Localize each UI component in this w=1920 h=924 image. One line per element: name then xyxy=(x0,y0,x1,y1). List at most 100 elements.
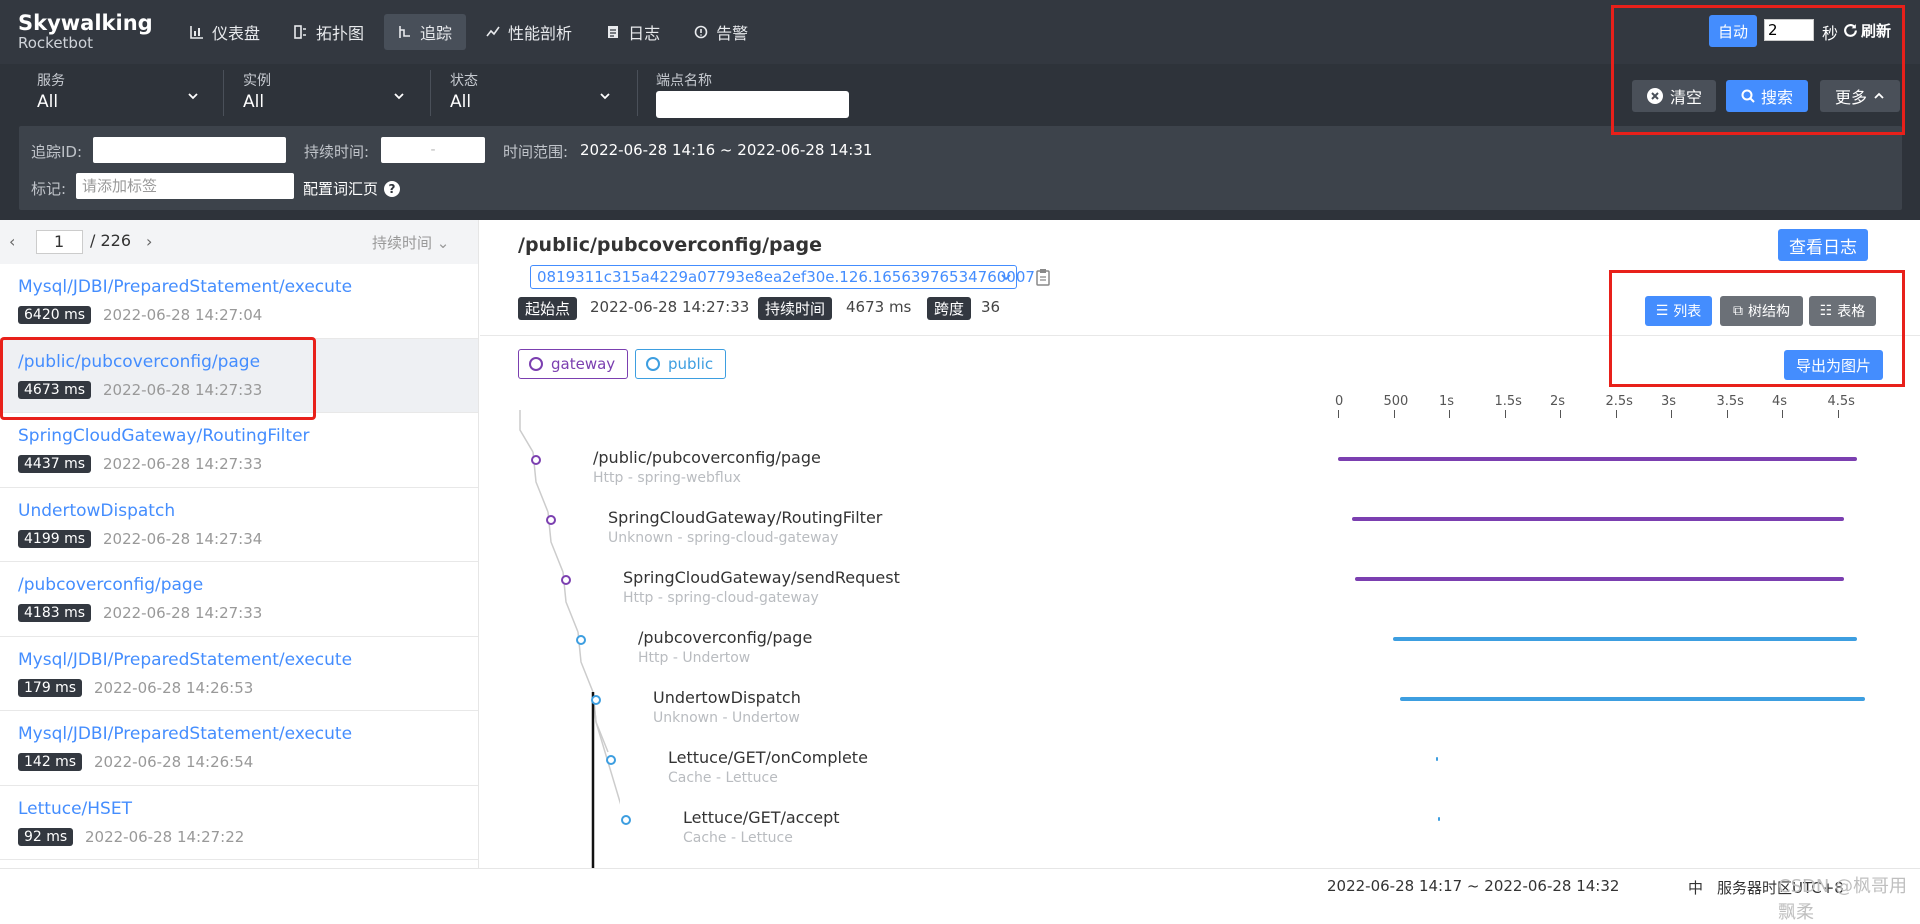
ring-icon xyxy=(646,357,660,371)
nav-alarm[interactable]: 告警 xyxy=(680,14,762,50)
chevron-left-icon[interactable]: ‹ xyxy=(9,232,15,251)
endpoint-label: 端点名称 xyxy=(656,73,712,89)
nav-label: 日志 xyxy=(628,24,661,43)
span-node-icon xyxy=(561,575,571,585)
axis-tick-label: 2s xyxy=(1550,394,1566,409)
filter-divider xyxy=(637,70,638,116)
service-value: All xyxy=(37,92,59,112)
trace-duration: 92 ms xyxy=(18,827,74,846)
tags-input[interactable]: 请添加标签 xyxy=(76,173,294,199)
span-duration-bar[interactable] xyxy=(1392,637,1857,641)
span-duration-bar[interactable] xyxy=(1400,697,1866,701)
legend-label: gateway xyxy=(551,355,616,373)
axis-tick-label: 4s xyxy=(1772,394,1788,409)
axis-tick xyxy=(1393,410,1395,418)
trace-endpoint: UndertowDispatch xyxy=(18,500,176,521)
span-component: Cache - Lettuce xyxy=(668,770,778,786)
trace-icon xyxy=(399,26,411,38)
trace-endpoint: Mysql/JDBI/PreparedStatement/execute xyxy=(18,649,353,670)
filter-divider xyxy=(223,70,224,116)
trace-duration: 4183 ms xyxy=(18,604,92,622)
span-duration-bar[interactable] xyxy=(1338,457,1857,461)
span-duration-bar[interactable] xyxy=(1352,517,1845,521)
duration-label: 持续时间: xyxy=(304,143,370,161)
duration-input[interactable]: - xyxy=(381,137,485,163)
highlight-box xyxy=(1609,270,1905,387)
nav-label: 仪表盘 xyxy=(212,24,261,43)
help-icon[interactable]: ? xyxy=(384,180,401,197)
time-range-value[interactable]: 2022-06-28 14:16 ~ 2022-06-28 14:31 xyxy=(580,141,872,159)
nav-label: 拓扑图 xyxy=(316,24,365,43)
span-component: Cache - Lettuce xyxy=(683,830,793,846)
span-component: Unknown - Undertow xyxy=(653,710,800,726)
span-node-icon xyxy=(621,815,631,825)
sort-select[interactable]: 持续时间 ⌄ xyxy=(372,232,449,253)
view-log-button[interactable]: 查看日志 xyxy=(1778,229,1868,261)
legend-gateway[interactable]: gateway xyxy=(518,349,629,379)
span-duration-bar[interactable] xyxy=(1437,817,1440,821)
chart-icon xyxy=(190,26,203,39)
instance-select[interactable]: 实例 All xyxy=(243,70,405,112)
span-node-icon xyxy=(576,635,586,645)
logo[interactable]: Skywalking Rocketbot xyxy=(18,12,153,52)
trace-id-input[interactable] xyxy=(93,137,286,163)
nav-label: 性能剖析 xyxy=(508,24,573,43)
trace-list-item[interactable]: Mysql/JDBI/PreparedStatement/execute 142… xyxy=(0,711,478,786)
span-name: SpringCloudGateway/sendRequest xyxy=(623,568,900,587)
sort-label: 持续时间 xyxy=(372,234,433,252)
duration-tag: 持续时间 xyxy=(758,297,833,320)
axis-tick-label: 2.5s xyxy=(1605,394,1633,409)
trace-duration: 179 ms xyxy=(18,678,83,697)
clipboard-icon[interactable] xyxy=(1036,268,1050,286)
status-select[interactable]: 状态 All xyxy=(450,70,611,112)
service-select[interactable]: 服务 All xyxy=(37,70,199,112)
span-name: Lettuce/GET/accept xyxy=(683,808,840,827)
filter-divider xyxy=(430,70,431,116)
footer: 2022-06-28 14:17 ~ 2022-06-28 14:32 中 服务… xyxy=(0,868,1920,902)
span-duration-bar[interactable] xyxy=(1435,757,1438,761)
ring-icon xyxy=(529,357,543,371)
highlight-box xyxy=(1611,5,1905,135)
nav-topology[interactable]: 拓扑图 xyxy=(280,14,378,50)
endpoint-input[interactable] xyxy=(656,91,849,118)
config-vocab-link[interactable]: 配置词汇页 ? xyxy=(303,178,401,199)
advanced-filter-panel: 追踪ID: 持续时间: - 时间范围: 2022-06-28 14:16 ~ 2… xyxy=(19,126,1902,210)
trace-list-item[interactable]: SpringCloudGateway/RoutingFilter 4437 ms… xyxy=(0,413,478,488)
trace-time: 2022-06-28 14:27:04 xyxy=(103,306,263,324)
trace-duration: 142 ms xyxy=(18,753,83,771)
tags-label: 标记: xyxy=(31,180,67,198)
axis-tick xyxy=(1782,410,1783,418)
axis-tick-label: 500 xyxy=(1383,394,1409,409)
nav-label: 告警 xyxy=(716,24,749,43)
topology-icon xyxy=(294,25,307,39)
footer-time-range[interactable]: 2022-06-28 14:17 ~ 2022-06-28 14:32 xyxy=(1327,877,1619,895)
nav-dashboard[interactable]: 仪表盘 xyxy=(176,14,274,50)
trace-list-item[interactable]: Mysql/JDBI/PreparedStatement/execute 642… xyxy=(0,264,478,339)
span-duration-bar[interactable] xyxy=(1355,577,1845,581)
span-tag: 跨度 xyxy=(927,297,972,320)
axis-tick-label: 3s xyxy=(1661,394,1677,409)
span-name: /pubcoverconfig/page xyxy=(638,628,813,647)
trace-id-label: 追踪ID: xyxy=(31,143,83,161)
start-value: 2022-06-28 14:27:33 xyxy=(590,298,750,316)
trace-list-item[interactable]: Mysql/JDBI/PreparedStatement/execute 179… xyxy=(0,637,478,711)
axis-tick xyxy=(1560,410,1561,418)
chevron-right-icon[interactable]: › xyxy=(146,232,152,251)
axis-tick xyxy=(1837,410,1839,418)
language-toggle[interactable]: 中 xyxy=(1688,877,1703,898)
page-input[interactable]: 1 xyxy=(36,230,83,254)
axis-tick-label: 1.5s xyxy=(1494,394,1522,409)
nav-trace[interactable]: 追踪 xyxy=(384,14,467,50)
axis-tick xyxy=(1671,410,1672,418)
legend-public[interactable]: public xyxy=(635,349,727,379)
chevron-down-icon xyxy=(188,93,198,100)
trace-list-item[interactable]: UndertowDispatch 4199 ms 2022-06-28 14:2… xyxy=(0,488,478,562)
nav-profile[interactable]: 性能剖析 xyxy=(472,14,586,50)
watermark: CSDN @枫哥用飘柔 xyxy=(1778,876,1908,923)
trace-list-item[interactable]: Lettuce/HSET 92 ms 2022-06-28 14:27:22 xyxy=(0,786,478,860)
nav-log[interactable]: 日志 xyxy=(592,14,674,50)
axis-tick xyxy=(1615,410,1617,418)
trace-id-select[interactable]: 0819311c315a4229a07793e8ea2ef30e.126.165… xyxy=(530,265,1035,289)
trace-id-value: 0819311c315a4229a07793e8ea2ef30e.126.165… xyxy=(537,268,1035,286)
trace-list-item[interactable]: /pubcoverconfig/page 4183 ms 2022-06-28 … xyxy=(0,562,478,637)
